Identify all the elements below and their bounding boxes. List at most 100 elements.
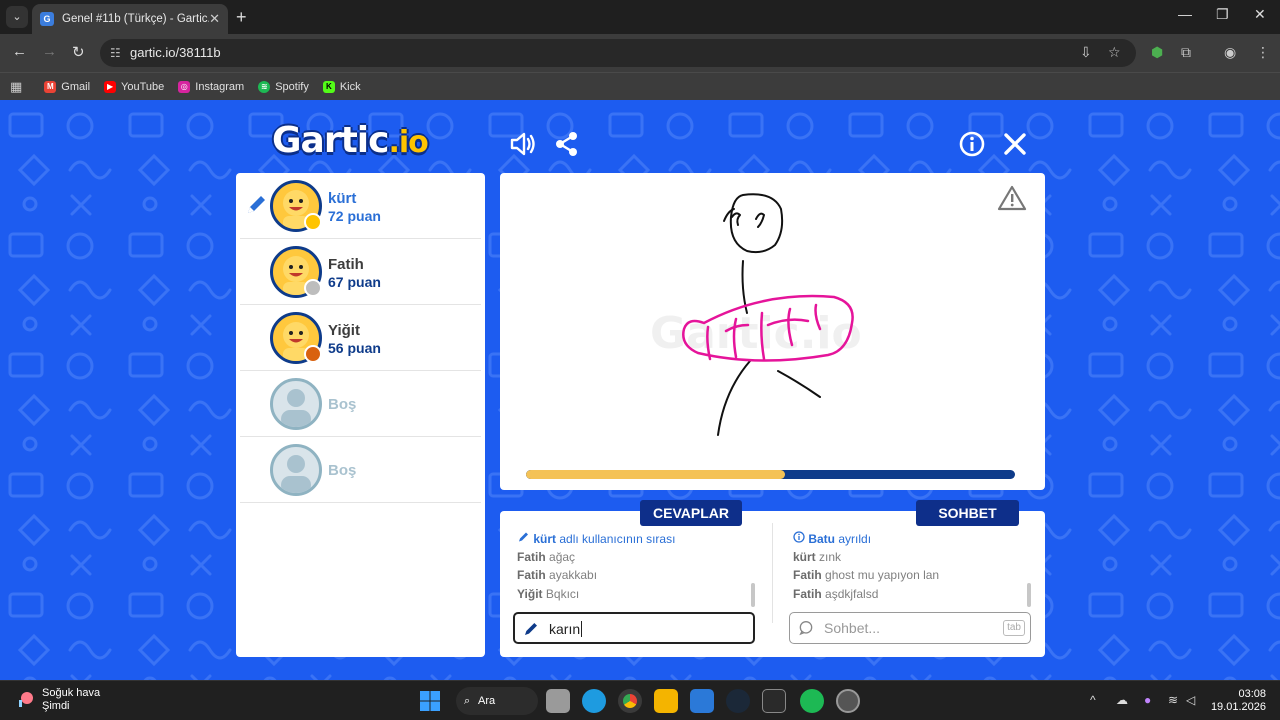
spotify-taskbar-icon[interactable] — [800, 689, 824, 713]
player-name: kürt — [328, 190, 357, 207]
browser-tabstrip: ⌄ G Genel #11b (Türkçe) - Gartic.io ✕ + … — [0, 0, 1280, 34]
browser-tab-active[interactable]: G Genel #11b (Türkçe) - Gartic.io ✕ — [32, 4, 228, 34]
spotify-icon: ≋ — [258, 80, 271, 93]
chat-line: kürt zınk — [793, 549, 842, 564]
turn-notice: kürt adlı kullanıcının sırası — [517, 531, 762, 550]
microphone-icon[interactable]: ● — [1144, 693, 1151, 707]
drawing-pencil-icon — [248, 196, 265, 213]
drawing-strokes: Gartic.io — [650, 185, 1027, 436]
file-explorer-icon[interactable] — [654, 689, 678, 713]
extension-shield-icon[interactable]: ⬢ — [1151, 44, 1163, 61]
player-row-fatih[interactable]: Fatih 67 puan — [240, 239, 481, 305]
info-circle-icon — [793, 531, 805, 543]
new-tab-icon[interactable]: + — [236, 7, 247, 28]
answer-input-value: karın — [549, 621, 581, 637]
browser-menu-icon[interactable]: ⋮ — [1256, 44, 1270, 61]
sound-icon[interactable] — [509, 130, 537, 158]
microsoft-store-icon[interactable] — [690, 689, 714, 713]
chat-input-placeholder: Sohbet... — [824, 620, 881, 636]
steam-icon[interactable] — [726, 689, 750, 713]
panel-divider — [772, 523, 773, 623]
window-close-icon[interactable]: ✕ — [1254, 6, 1266, 23]
address-bar[interactable]: ☷ gartic.io/38111b — [100, 39, 1136, 67]
system-clock[interactable]: 03:08 19.01.2026 — [1210, 688, 1266, 714]
report-warning-icon[interactable] — [997, 185, 1027, 211]
url-text: gartic.io/38111b — [130, 45, 221, 60]
tab-chat[interactable]: SOHBET — [916, 500, 1019, 526]
player-name: Yiğit — [328, 322, 360, 339]
player-score: 56 puan — [328, 340, 381, 356]
weather-widget[interactable]: Soğuk hava Şimdi — [16, 687, 100, 713]
player-score: 67 puan — [328, 274, 381, 290]
obs-icon[interactable] — [836, 689, 860, 713]
player-slot-empty: Boş — [240, 437, 481, 503]
maximize-icon[interactable]: ❐ — [1216, 6, 1229, 23]
gartic-favicon-icon: G — [40, 12, 54, 26]
drawing-canvas[interactable]: Gartic.io — [500, 173, 1045, 490]
empty-avatar-icon — [270, 378, 322, 430]
forward-icon[interactable]: → — [42, 43, 57, 60]
tab-title: Genel #11b (Türkçe) - Gartic.io — [62, 13, 210, 25]
task-view-icon[interactable] — [546, 689, 570, 713]
edge-icon[interactable] — [582, 689, 606, 713]
info-icon[interactable] — [958, 130, 986, 158]
players-list: kürt 72 puan Fatih 67 puan Yiğit 56 puan… — [236, 173, 485, 657]
canvas-watermark-logo: Gartic.io — [650, 308, 862, 359]
answer-line: Yiğit Bqkıcı — [517, 586, 580, 601]
volume-icon[interactable]: ◁ — [1186, 693, 1195, 707]
player-status-dot — [304, 213, 322, 231]
bookmark-spotify[interactable]: ≋ Spotify — [258, 80, 309, 93]
answer-line: Fatih ağaç — [517, 549, 576, 564]
player-name: Fatih — [328, 256, 364, 273]
epic-games-icon[interactable] — [762, 689, 786, 713]
tab-search-chevron-icon[interactable]: ⌄ — [6, 6, 28, 28]
tray-app-icon[interactable]: ☁ — [1116, 693, 1128, 707]
profile-avatar-icon[interactable]: ◉ — [1224, 44, 1236, 61]
reload-icon[interactable]: ↻ — [72, 43, 85, 61]
chat-bubble-icon — [799, 621, 813, 636]
chat-input[interactable]: Sohbet... tab — [789, 612, 1031, 644]
player-status-dot — [304, 279, 322, 297]
instagram-icon: ◎ — [178, 80, 191, 93]
wifi-icon[interactable]: ≋ — [1168, 693, 1178, 707]
pencil-icon — [519, 532, 528, 542]
bookmark-kick[interactable]: K Kick — [322, 80, 361, 93]
gartic-page: Gartic.io kürt 72 puan Fatih 67 puan Yiğ… — [0, 100, 1280, 680]
gartic-logo: Gartic.io — [272, 120, 429, 161]
taskbar-search[interactable]: ⌕ Ara — [456, 687, 538, 715]
weather-icon — [19, 692, 33, 707]
install-app-icon[interactable]: ⇩ — [1080, 44, 1092, 61]
extensions-puzzle-icon[interactable]: ⧉ — [1181, 44, 1191, 61]
kick-icon: K — [322, 80, 335, 93]
answer-input[interactable]: karın — [513, 612, 755, 644]
tab-answers[interactable]: CEVAPLAR — [640, 500, 742, 526]
player-slot-empty: Boş — [240, 371, 481, 437]
answers-log: kürt adlı kullanıcının sırası Fatih ağaç… — [517, 531, 762, 605]
bookmark-youtube[interactable]: ▶ YouTube — [104, 80, 164, 93]
minimize-icon[interactable]: — — [1178, 6, 1192, 22]
share-icon[interactable] — [553, 130, 581, 158]
chat-log: Batu ayrıldı kürt zınk Fatih ghost mu ya… — [793, 531, 1038, 605]
empty-avatar-icon — [270, 444, 322, 496]
back-icon[interactable]: ← — [12, 43, 27, 60]
apps-grid-icon[interactable]: ▦ — [10, 79, 22, 95]
empty-slot-label: Boş — [328, 462, 357, 479]
chrome-icon[interactable] — [618, 689, 642, 713]
tab-close-icon[interactable]: ✕ — [209, 11, 220, 27]
bookmark-gmail[interactable]: M Gmail — [44, 80, 90, 93]
search-icon: ⌕ — [464, 695, 471, 707]
chat-scrollbar[interactable] — [1027, 583, 1031, 607]
bookmark-star-icon[interactable]: ☆ — [1108, 44, 1121, 61]
site-settings-icon[interactable]: ☷ — [110, 39, 121, 67]
exit-close-icon[interactable] — [1001, 130, 1029, 158]
player-row-yigit[interactable]: Yiğit 56 puan — [240, 305, 481, 371]
round-timer-fill — [526, 470, 786, 479]
tab-key-hint: tab — [1003, 620, 1025, 636]
tray-overflow-icon[interactable]: ^ — [1090, 693, 1096, 707]
player-row-kurt[interactable]: kürt 72 puan — [240, 173, 481, 239]
bookmark-instagram[interactable]: ◎ Instagram — [178, 80, 244, 93]
windows-start-icon[interactable] — [418, 689, 442, 713]
answers-scrollbar[interactable] — [751, 583, 755, 607]
answers-chat-panel: kürt adlı kullanıcının sırası Fatih ağaç… — [500, 511, 1045, 657]
chat-line: Fatih ghost mu yapıyon lan — [793, 568, 940, 582]
